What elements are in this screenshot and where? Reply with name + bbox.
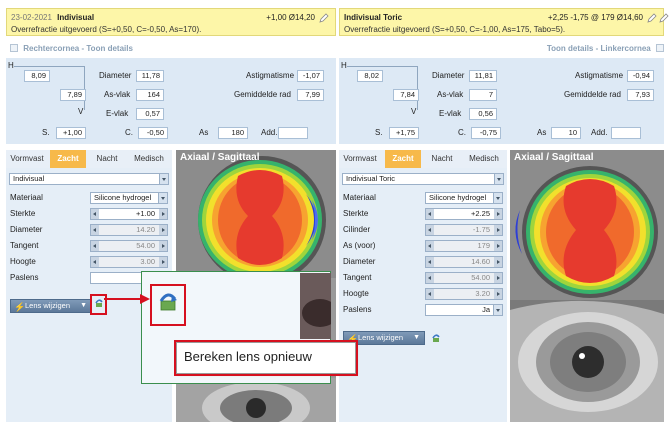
material-select[interactable]: Silicone hydrogel bbox=[425, 192, 503, 204]
chevron-down-icon[interactable] bbox=[158, 193, 167, 203]
left-keratometry-panel: H 8,09 7,89 V Diameter 11,78 As-vlak 164… bbox=[6, 58, 336, 144]
material-select[interactable]: Silicone hydrogel bbox=[90, 192, 168, 204]
diameter-stepper: 14.60 bbox=[425, 256, 503, 268]
tab-vormvast[interactable]: Vormvast bbox=[6, 150, 48, 168]
right-cornea-header: Toon details - Linkercornea bbox=[547, 44, 664, 58]
sphere-value: +1,00 bbox=[56, 127, 86, 139]
left-lens-header[interactable]: 23-02-2021 Indivisual +1,00 Ø14,20 Overr… bbox=[6, 8, 336, 36]
tangent-stepper: 54.00 bbox=[90, 240, 168, 252]
tab-zacht[interactable]: Zacht bbox=[50, 150, 86, 168]
addition-field[interactable] bbox=[611, 127, 641, 139]
left-cornea-header: Rechtercornea - Toon details bbox=[10, 44, 133, 58]
recalculate-icon[interactable] bbox=[157, 290, 179, 312]
tab-nacht[interactable]: Nacht bbox=[90, 150, 124, 168]
v-axis-label: V bbox=[78, 107, 84, 116]
evlak-value: 0,57 bbox=[136, 108, 164, 120]
astigmatism-value: -0,94 bbox=[627, 70, 654, 82]
right-overrefraction: Overrefractie uitgevoerd (S=+0,50, C=-1,… bbox=[344, 25, 566, 34]
right-lens-name: Indivisual Toric bbox=[344, 13, 403, 22]
right-axial-map bbox=[510, 150, 664, 300]
right-lens-header[interactable]: Indivisual Toric +2,25 -1,75 @ 179 Ø14,6… bbox=[339, 8, 669, 36]
chevron-down-icon: ▼ bbox=[80, 302, 87, 309]
checkbox-icon[interactable] bbox=[10, 44, 18, 52]
right-map-title: Axiaal / Sagittaal bbox=[514, 152, 594, 163]
diameter-stepper: 14.20 bbox=[90, 224, 168, 236]
zoom-callout: Bereken lens opnieuw bbox=[141, 271, 358, 384]
chevron-down-icon[interactable] bbox=[493, 305, 502, 315]
height-stepper: 3.00 bbox=[90, 256, 168, 268]
v-value: 7,84 bbox=[393, 89, 419, 101]
asvlak-value: 7 bbox=[469, 89, 497, 101]
pencil-icon[interactable] bbox=[319, 13, 329, 23]
pencil-icon[interactable] bbox=[647, 13, 657, 23]
right-eye-image bbox=[510, 300, 664, 422]
left-toon-details-link[interactable]: Toon details bbox=[86, 44, 133, 53]
left-axial-map bbox=[176, 150, 336, 278]
height-stepper: 3.20 bbox=[425, 288, 503, 300]
lightning-icon: ⚡ bbox=[14, 302, 26, 312]
right-cornea-title: Linkercornea bbox=[600, 44, 651, 53]
chevron-down-icon[interactable] bbox=[493, 193, 502, 203]
tab-medisch[interactable]: Medisch bbox=[128, 150, 170, 168]
left-eye-image bbox=[176, 378, 336, 422]
cylinder-stepper: -1.75 bbox=[425, 224, 503, 236]
power-stepper[interactable]: +1.00 bbox=[90, 208, 168, 220]
cylinder-value: -0,75 bbox=[471, 127, 501, 139]
right-lens-value: +2,25 -1,75 @ 179 Ø14,60 bbox=[547, 13, 643, 22]
arrow-icon bbox=[104, 294, 150, 304]
trial-lens-select[interactable]: Ja bbox=[425, 304, 503, 316]
tab-nacht[interactable]: Nacht bbox=[425, 150, 459, 168]
axis-value: 180 bbox=[218, 127, 248, 139]
tangent-stepper: 54.00 bbox=[425, 272, 503, 284]
highlight-tooltip bbox=[174, 340, 358, 376]
lens-type-select[interactable]: Indivisual bbox=[9, 173, 169, 185]
left-overrefraction: Overrefractie uitgevoerd (S=+0,50, C=-0,… bbox=[11, 25, 202, 34]
diameter-value: 11,78 bbox=[136, 70, 164, 82]
left-lens-value: +1,00 Ø14,20 bbox=[266, 13, 315, 22]
addition-field[interactable] bbox=[278, 127, 308, 139]
h-value: 8,09 bbox=[24, 70, 50, 82]
chevron-down-icon[interactable] bbox=[159, 174, 168, 184]
chevron-down-icon[interactable] bbox=[494, 174, 503, 184]
recalculate-icon[interactable] bbox=[94, 298, 104, 308]
right-topography-panel: Axiaal / Sagittaal bbox=[510, 150, 664, 422]
recalculate-icon[interactable] bbox=[431, 333, 441, 343]
sphere-value: +1,75 bbox=[389, 127, 419, 139]
right-keratometry-panel: H 8,02 7,84 V Diameter 11,81 As-vlak 7 E… bbox=[339, 58, 664, 144]
mean-radius-value: 7,99 bbox=[297, 89, 324, 101]
checkbox-icon[interactable] bbox=[656, 44, 664, 52]
cylinder-value: -0,50 bbox=[138, 127, 168, 139]
left-date: 23-02-2021 bbox=[11, 13, 52, 22]
right-lens-panel: Vormvast Zacht Nacht Medisch Indivisual … bbox=[339, 150, 507, 422]
zoom-inset-eye bbox=[300, 273, 331, 339]
mean-radius-value: 7,93 bbox=[627, 89, 654, 101]
right-lens-tabs: Vormvast Zacht Nacht Medisch bbox=[339, 150, 507, 168]
tab-zacht[interactable]: Zacht bbox=[385, 150, 421, 168]
change-lens-button[interactable]: ⚡ Lens wijzigen ▼ bbox=[10, 299, 92, 313]
left-lens-tabs: Vormvast Zacht Nacht Medisch bbox=[6, 150, 172, 168]
axis-value: 10 bbox=[551, 127, 581, 139]
left-lens-name: Indivisual bbox=[57, 13, 95, 22]
asvlak-value: 164 bbox=[136, 89, 164, 101]
tab-medisch[interactable]: Medisch bbox=[463, 150, 505, 168]
diameter-value: 11,81 bbox=[469, 70, 497, 82]
right-toon-details-link[interactable]: Toon details bbox=[547, 44, 594, 53]
evlak-value: 0,56 bbox=[469, 108, 497, 120]
left-cornea-title: Rechtercornea bbox=[23, 44, 80, 53]
left-map-title: Axiaal / Sagittaal bbox=[180, 152, 260, 163]
chevron-down-icon: ▼ bbox=[413, 334, 420, 341]
tab-vormvast[interactable]: Vormvast bbox=[339, 150, 381, 168]
astigmatism-value: -1,07 bbox=[297, 70, 324, 82]
v-value: 7,89 bbox=[60, 89, 86, 101]
axis-stepper: 179 bbox=[425, 240, 503, 252]
pencil-icon[interactable] bbox=[659, 13, 669, 23]
power-stepper[interactable]: +2.25 bbox=[425, 208, 503, 220]
h-value: 8,02 bbox=[357, 70, 383, 82]
lens-type-select[interactable]: Indivisual Toric bbox=[342, 173, 504, 185]
h-axis-label: H bbox=[8, 61, 14, 70]
